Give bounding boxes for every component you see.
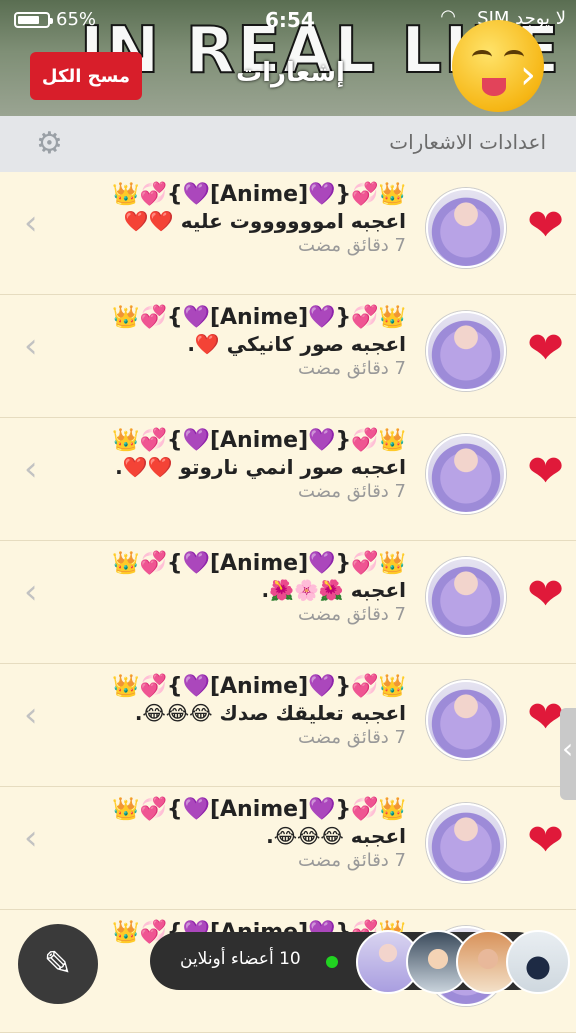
chevron-left-icon: ‹	[24, 326, 38, 366]
online-members-bar[interactable]: 10 أعضاء أونلاين	[150, 930, 570, 994]
online-count: 10	[279, 949, 301, 969]
avatar[interactable]	[426, 188, 506, 268]
status-time: 6:54	[265, 8, 315, 32]
pencil-icon: ✎	[43, 944, 73, 984]
notification-row[interactable]: ❤ 👑💞{💜[Anime]💜}💞👑 اعجبه امووووووت عليه ❤…	[0, 172, 576, 295]
compose-button[interactable]: ✎	[18, 924, 98, 1004]
online-status-dot	[326, 956, 338, 968]
notification-author: 👑💞{💜[Anime]💜}💞👑	[112, 551, 406, 576]
avatar[interactable]	[426, 557, 506, 637]
chevron-left-icon: ‹	[24, 818, 38, 858]
chevron-left-icon: ‹	[24, 449, 38, 489]
back-chevron-icon[interactable]: ›	[520, 55, 536, 95]
online-avatars	[356, 930, 570, 994]
battery-indicator: 65%	[14, 9, 96, 30]
notification-message: اعجبه صور انمي ناروتو ❤️❤️.	[115, 455, 406, 479]
heart-icon: ❤	[527, 815, 564, 866]
avatar[interactable]	[426, 311, 506, 391]
notification-time: 7 دقائق مضت	[298, 481, 406, 502]
notification-list: ❤ 👑💞{💜[Anime]💜}💞👑 اعجبه امووووووت عليه ❤…	[0, 172, 576, 1033]
notification-row[interactable]: ❤ 👑💞{💜[Anime]💜}💞👑 اعجبه 😂😂😂. 7 دقائق مضت…	[0, 787, 576, 910]
side-drawer-handle[interactable]	[560, 708, 576, 800]
battery-percent: 65%	[56, 9, 97, 30]
notification-row[interactable]: ❤ 👑💞{💜[Anime]💜}💞👑 اعجبه صور كانيكي ❤️. 7…	[0, 295, 576, 418]
heart-icon: ❤	[527, 200, 564, 251]
notification-author: 👑💞{💜[Anime]💜}💞👑	[112, 305, 406, 330]
notification-message: اعجبه امووووووت عليه ❤️❤️	[123, 209, 406, 233]
gear-icon[interactable]: ⚙	[36, 129, 63, 159]
notification-message: اعجبه صور كانيكي ❤️.	[187, 332, 406, 356]
avatar[interactable]	[426, 434, 506, 514]
notification-settings-title: اعدادات الاشعارات	[389, 130, 546, 154]
chevron-left-icon: ‹	[24, 695, 38, 735]
notification-row[interactable]: ❤ 👑💞{💜[Anime]💜}💞👑 اعجبه 🌺🌸🌺. 7 دقائق مضت…	[0, 541, 576, 664]
battery-icon	[14, 11, 53, 28]
notification-time: 7 دقائق مضت	[298, 850, 406, 871]
header: IN REAL LIFE 65% 6:54 ◠ لا يوجد SIM مسح …	[0, 0, 576, 116]
notification-author: 👑💞{💜[Anime]💜}💞👑	[112, 428, 406, 453]
avatar[interactable]	[506, 930, 570, 994]
avatar[interactable]	[426, 680, 506, 760]
heart-icon: ❤	[527, 323, 564, 374]
notification-time: 7 دقائق مضت	[298, 727, 406, 748]
notification-time: 7 دقائق مضت	[298, 604, 406, 625]
notification-message: اعجبه 😂😂😂.	[266, 824, 406, 848]
heart-icon: ❤	[527, 692, 564, 743]
notification-author: 👑💞{💜[Anime]💜}💞👑	[112, 674, 406, 699]
chevron-left-icon: ‹	[24, 203, 38, 243]
heart-icon: ❤	[527, 446, 564, 497]
chevron-left-icon: ‹	[24, 572, 38, 612]
notification-author: 👑💞{💜[Anime]💜}💞👑	[112, 797, 406, 822]
page-title: إشعارات	[236, 58, 345, 88]
clear-all-button[interactable]: مسح الكل	[30, 52, 142, 100]
heart-icon: ❤	[527, 569, 564, 620]
notification-row[interactable]: ❤ 👑💞{💜[Anime]💜}💞👑 اعجبه صور انمي ناروتو …	[0, 418, 576, 541]
notification-message: اعجبه 🌺🌸🌺.	[261, 578, 407, 602]
wifi-icon: ◠	[440, 6, 456, 27]
online-label: أعضاء أونلاين	[180, 949, 274, 969]
notification-row[interactable]: ❤ 👑💞{💜[Anime]💜}💞👑 اعجبه تعليقك صدك 😂😂😂. …	[0, 664, 576, 787]
notification-time: 7 دقائق مضت	[298, 358, 406, 379]
notification-author: 👑💞{💜[Anime]💜}💞👑	[112, 182, 406, 207]
avatar[interactable]	[426, 803, 506, 883]
notification-message: اعجبه تعليقك صدك 😂😂😂.	[134, 701, 406, 725]
notification-settings-bar[interactable]: ⚙ اعدادات الاشعارات	[0, 116, 576, 173]
notification-time: 7 دقائق مضت	[298, 235, 406, 256]
